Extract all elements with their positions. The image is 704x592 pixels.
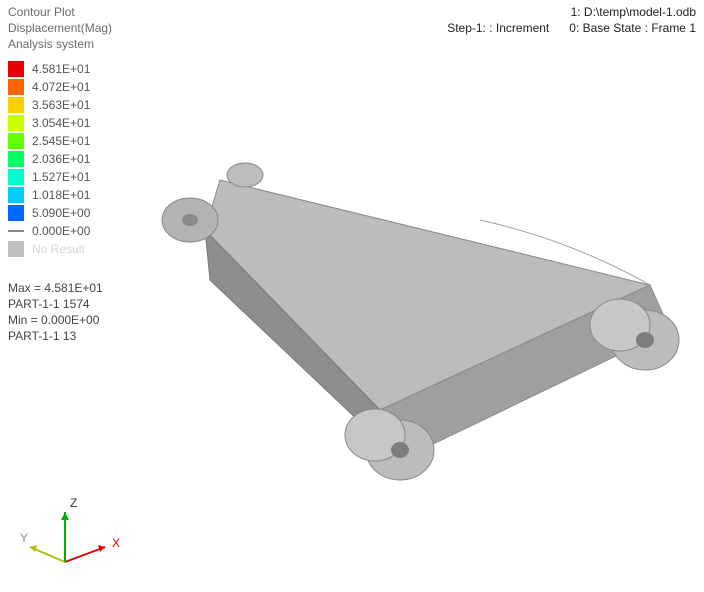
legend-value: 4.072E+01 bbox=[32, 80, 90, 94]
x-axis-label: X bbox=[112, 536, 120, 550]
legend-swatch bbox=[8, 79, 24, 95]
legend-swatch bbox=[8, 169, 24, 185]
legend-swatch bbox=[8, 205, 24, 221]
result-name-label: Displacement(Mag) bbox=[8, 20, 112, 36]
legend-value: 1.527E+01 bbox=[32, 170, 90, 184]
odb-file-label: 1: D:\temp\model-1.odb bbox=[447, 4, 696, 20]
frame-label: 0: Base State : Frame 1 bbox=[569, 21, 696, 35]
coordinate-triad[interactable]: X Y Z bbox=[20, 492, 140, 582]
legend-swatch bbox=[8, 115, 24, 131]
legend-value: 3.563E+01 bbox=[32, 98, 90, 112]
legend-swatch bbox=[8, 133, 24, 149]
legend-value: 1.018E+01 bbox=[32, 188, 90, 202]
model-render bbox=[150, 130, 690, 530]
plot-type-label: Contour Plot bbox=[8, 4, 112, 20]
z-arrow-icon bbox=[61, 512, 69, 520]
min-value-label: Min = 0.000E+00 bbox=[8, 312, 103, 328]
plot-header-right: 1: D:\temp\model-1.odb Step-1: : Increme… bbox=[447, 4, 696, 36]
analysis-system-label: Analysis system bbox=[8, 36, 112, 52]
legend-item: 2.036E+01 bbox=[8, 150, 90, 168]
legend-stats: Max = 4.581E+01 PART-1-1 1574 Min = 0.00… bbox=[8, 280, 103, 344]
legend-value: 2.545E+01 bbox=[32, 134, 90, 148]
legend-item: 3.054E+01 bbox=[8, 114, 90, 132]
legend-item: 2.545E+01 bbox=[8, 132, 90, 150]
legend-no-result: No Result bbox=[8, 240, 90, 258]
min-location-label: PART-1-1 13 bbox=[8, 328, 103, 344]
step-frame-label: Step-1: : Increment 0: Base State : Fram… bbox=[447, 20, 696, 36]
legend-value: 0.000E+00 bbox=[32, 224, 90, 238]
legend-swatch bbox=[8, 151, 24, 167]
legend-swatch bbox=[8, 187, 24, 203]
legend-item: 1.018E+01 bbox=[8, 186, 90, 204]
model-viewport[interactable] bbox=[150, 130, 690, 530]
legend-item-last: 0.000E+00 bbox=[8, 222, 90, 240]
no-result-swatch bbox=[8, 241, 24, 257]
legend-value: 2.036E+01 bbox=[32, 152, 90, 166]
y-axis-label: Y bbox=[20, 531, 28, 545]
legend-value: 5.090E+00 bbox=[32, 206, 90, 220]
x-arrow-icon bbox=[98, 545, 105, 552]
plot-header-left: Contour Plot Displacement(Mag) Analysis … bbox=[8, 4, 112, 52]
lug-top bbox=[227, 163, 263, 187]
z-axis-label: Z bbox=[70, 496, 77, 510]
legend-value: 4.581E+01 bbox=[32, 62, 90, 76]
legend-item: 3.563E+01 bbox=[8, 96, 90, 114]
max-value-label: Max = 4.581E+01 bbox=[8, 280, 103, 296]
legend-item: 1.527E+01 bbox=[8, 168, 90, 186]
step-label: Step-1: : Increment bbox=[447, 21, 549, 35]
no-result-label: No Result bbox=[32, 242, 85, 256]
legend-dash bbox=[8, 230, 24, 232]
legend-item: 4.581E+01 bbox=[8, 60, 90, 78]
legend-item: 4.072E+01 bbox=[8, 78, 90, 96]
contour-legend: 4.581E+01 4.072E+01 3.563E+01 3.054E+01 … bbox=[8, 60, 90, 258]
legend-item: 5.090E+00 bbox=[8, 204, 90, 222]
legend-value: 3.054E+01 bbox=[32, 116, 90, 130]
part-top-face bbox=[205, 180, 650, 410]
x-axis-icon bbox=[65, 547, 105, 562]
legend-swatch bbox=[8, 61, 24, 77]
legend-swatch bbox=[8, 97, 24, 113]
lug-hole-icon bbox=[182, 214, 198, 226]
max-location-label: PART-1-1 1574 bbox=[8, 296, 103, 312]
